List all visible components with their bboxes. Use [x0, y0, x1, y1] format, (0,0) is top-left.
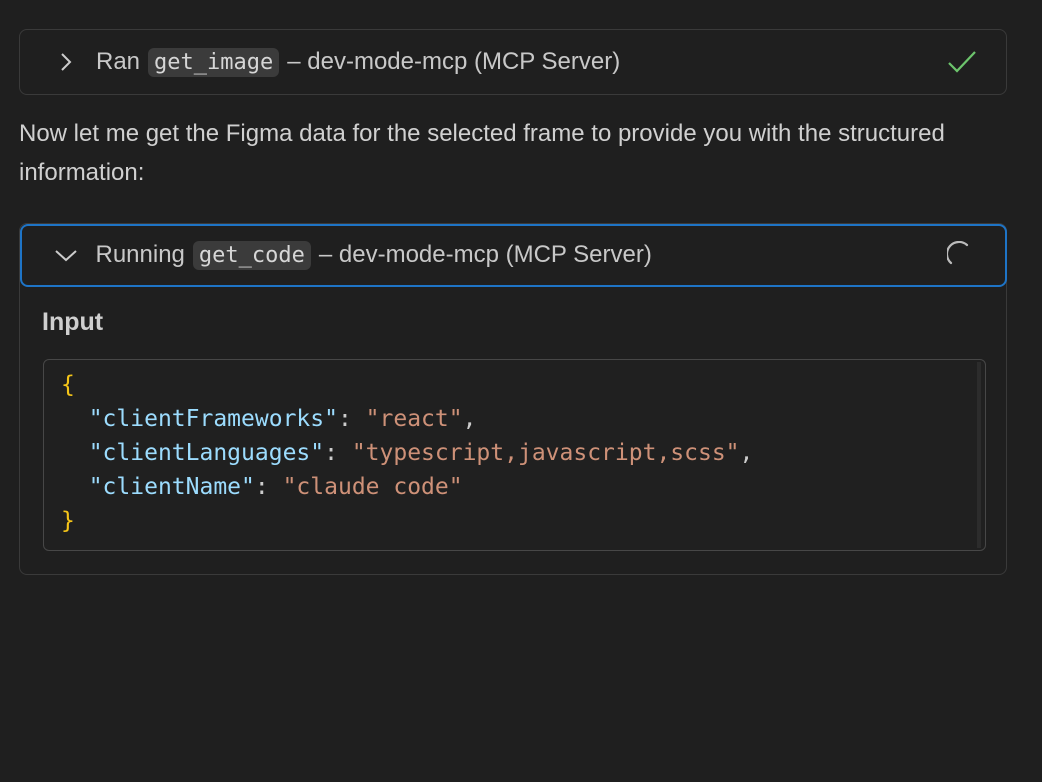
json-key: "clientName" — [88, 474, 255, 500]
json-comma: , — [462, 406, 477, 432]
input-json-code-block[interactable]: { "clientFrameworks": "react", "clientLa… — [43, 359, 986, 551]
tool-status-word: Ran — [96, 48, 141, 75]
tool-call-title: Ran get_image – dev-mode-mcp (MCP Server… — [96, 47, 621, 77]
json-lines: { "clientFrameworks": "react", "clientLa… — [61, 368, 753, 538]
checkmark-icon — [946, 46, 978, 78]
tool-call-title: Running get_code – dev-mode-mcp (MCP Ser… — [95, 240, 652, 270]
json-comma: , — [739, 440, 754, 466]
tool-server-label: – dev-mode-mcp (MCP Server) — [287, 48, 621, 75]
json-value: "typescript,javascript,scss" — [351, 440, 740, 466]
tool-name-chip: get_code — [192, 240, 311, 270]
tool-name-chip: get_image — [148, 47, 280, 77]
tool-call-header[interactable]: Ran get_image – dev-mode-mcp (MCP Server… — [20, 30, 1006, 94]
json-close-brace: } — [61, 508, 75, 534]
tool-call-header[interactable]: Running get_code – dev-mode-mcp (MCP Ser… — [19, 223, 1007, 287]
json-colon: : — [254, 474, 283, 500]
json-value: "claude code" — [282, 474, 463, 500]
tool-status-word: Running — [95, 241, 185, 268]
json-colon: : — [324, 440, 352, 466]
tool-server-label: – dev-mode-mcp (MCP Server) — [318, 241, 652, 268]
json-value: "react" — [365, 406, 463, 432]
chevron-right-icon[interactable] — [54, 50, 78, 74]
chevron-down-icon[interactable] — [54, 243, 78, 267]
json-open-brace: { — [61, 372, 75, 398]
code-scrollbar[interactable] — [977, 362, 981, 548]
json-key: "clientFrameworks" — [88, 406, 338, 432]
json-colon: : — [337, 406, 366, 432]
tool-call-card-get-code: Running get_code – dev-mode-mcp (MCP Ser… — [19, 223, 1007, 575]
spinner-icon — [945, 239, 977, 271]
tool-call-card-get-image: Ran get_image – dev-mode-mcp (MCP Server… — [19, 29, 1007, 95]
input-section-label: Input — [42, 308, 104, 336]
assistant-message: Now let me get the Figma data for the se… — [19, 120, 945, 186]
json-key: "clientLanguages" — [88, 440, 325, 466]
